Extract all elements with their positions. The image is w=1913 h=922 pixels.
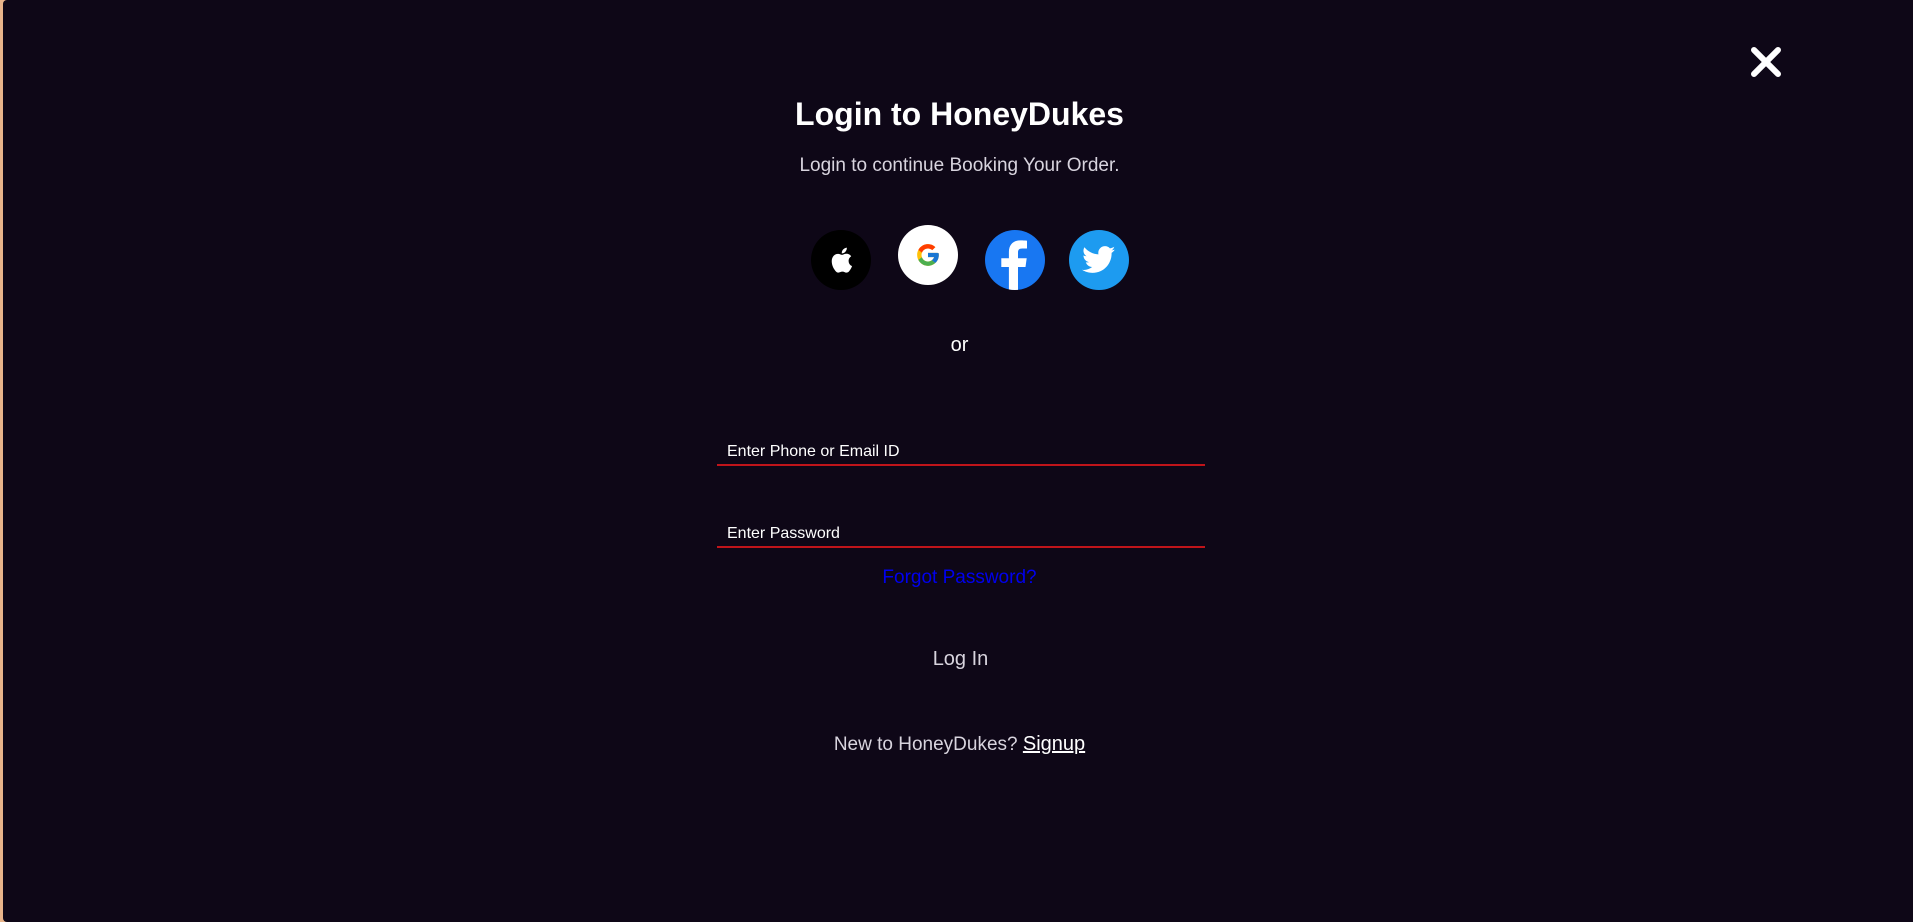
apple-icon [831,247,852,273]
signup-link[interactable]: Signup [1023,733,1085,755]
page-title: Login to HoneyDukes [795,96,1124,132]
email-field[interactable] [717,440,1205,466]
twitter-login-button[interactable] [1069,230,1129,290]
forgot-password-link[interactable]: Forgot Password? [882,567,1036,588]
password-field[interactable] [717,522,1205,548]
signup-prompt: New to HoneyDukes? [833,734,1023,755]
twitter-icon [1082,246,1116,273]
forgot-password-row: Forgot Password? [3,567,1913,589]
login-modal: Login to HoneyDukes Login to continue Bo… [3,0,1913,922]
page-subtitle: Login to continue Booking Your Order. [799,155,1120,176]
google-login-button[interactable] [898,225,958,285]
facebook-login-button[interactable] [985,230,1045,290]
login-button[interactable]: Log In [903,644,1018,674]
or-divider: or [950,334,969,356]
facebook-icon [1001,240,1027,290]
signup-row: New to HoneyDukes? Signup [3,733,1913,756]
close-icon [1751,47,1781,77]
google-icon [917,244,939,266]
close-button[interactable] [1746,42,1786,82]
apple-login-button[interactable] [811,230,871,290]
